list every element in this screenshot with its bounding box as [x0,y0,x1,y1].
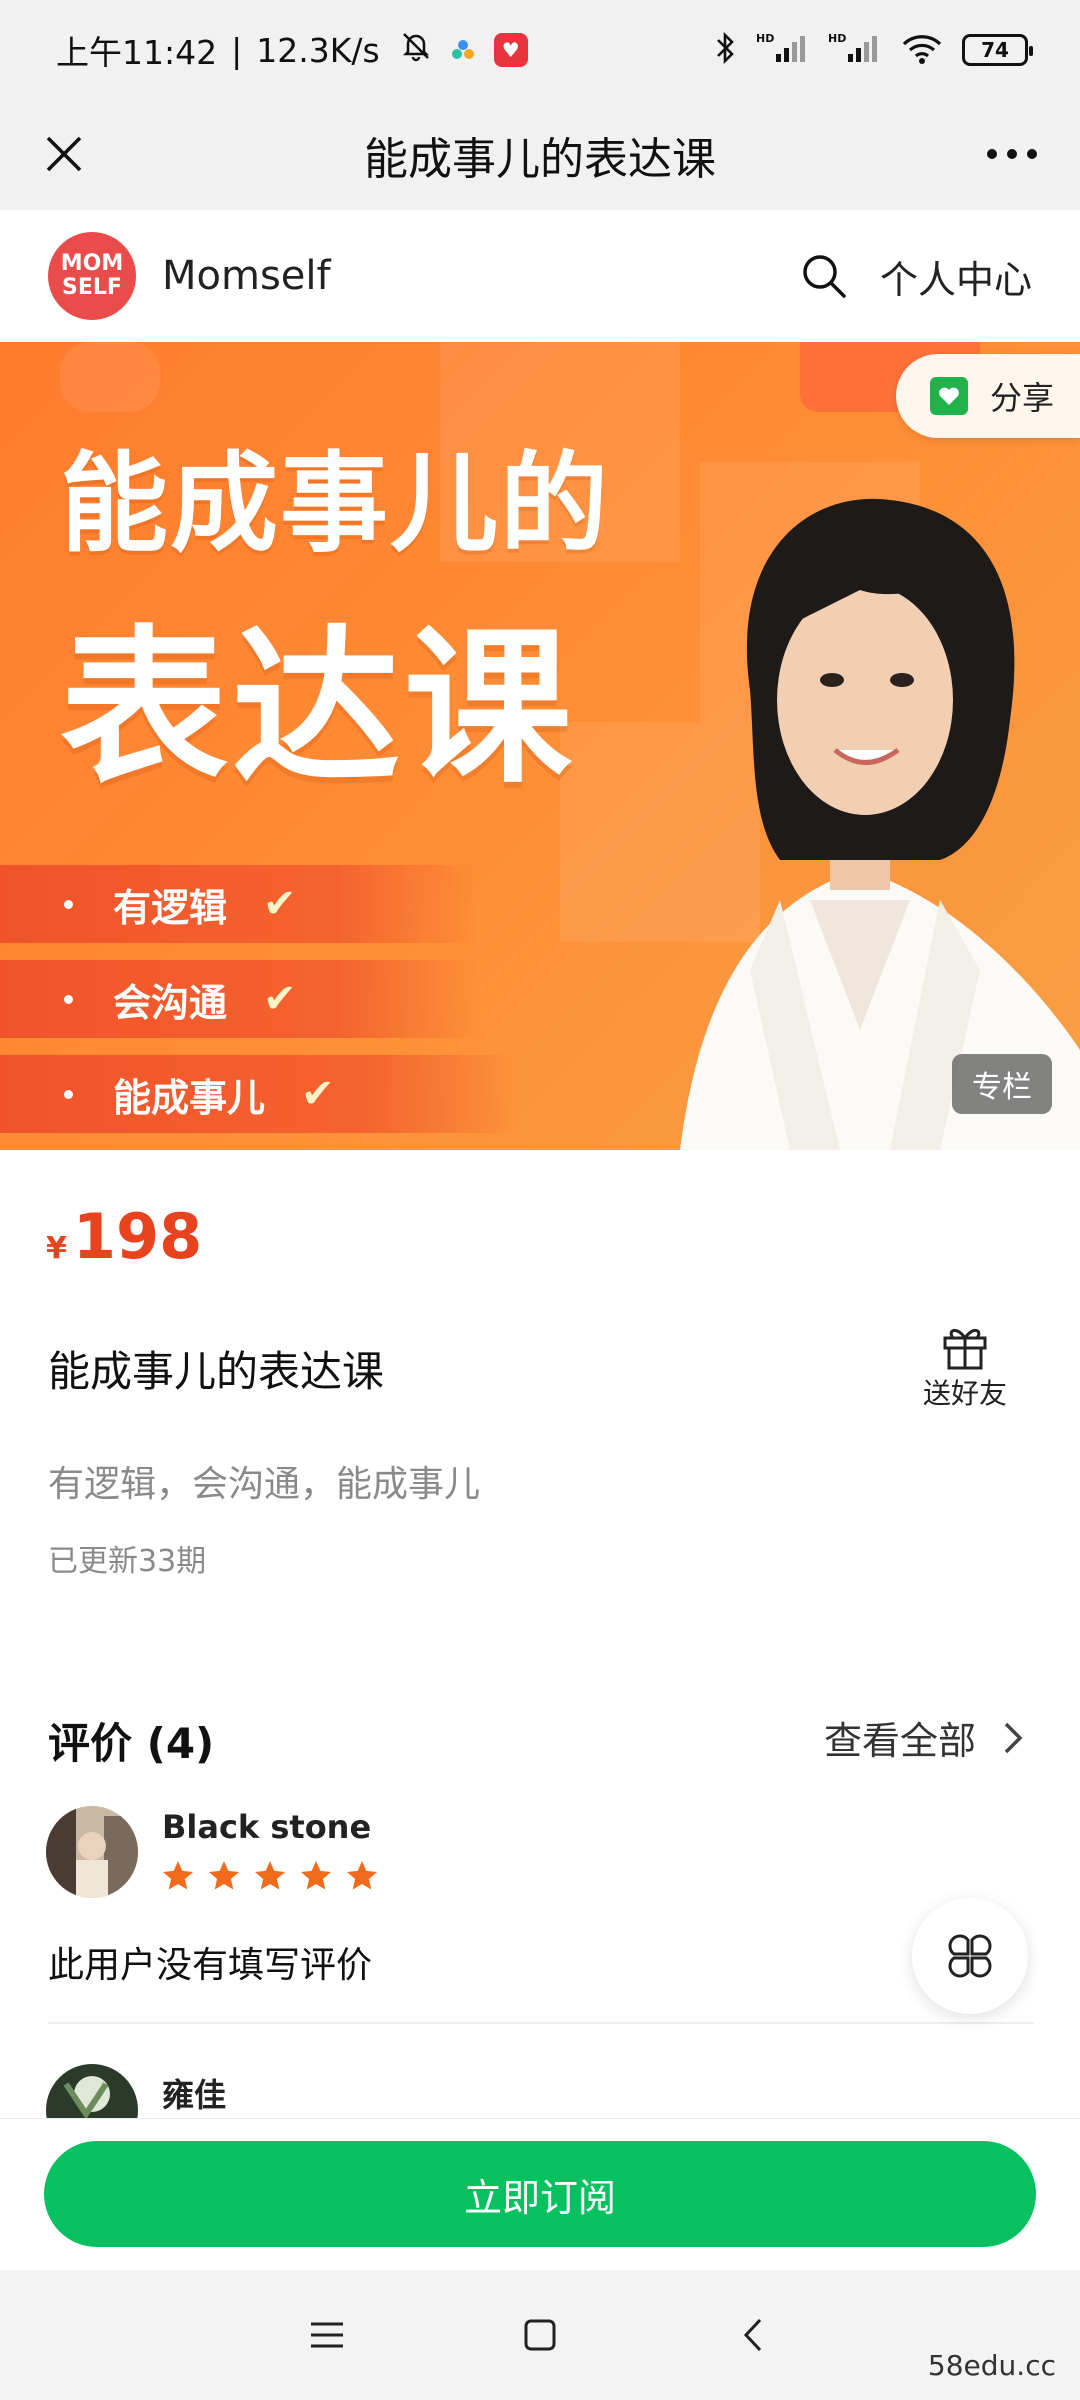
clover-grid-icon [948,1934,992,1978]
svg-text:HD: HD [756,32,774,45]
gift-icon [943,1329,987,1370]
bullet-text: 会沟通 [113,980,228,1025]
bullet-text: 能成事儿 [113,1075,266,1120]
bullet-dot [64,994,73,1004]
more-dots-icon [987,149,1037,159]
logo-line-1: MOM [60,251,124,276]
back-nav-button[interactable] [723,2305,783,2365]
gift-to-friend-button[interactable]: 送好友 [910,1320,1020,1412]
star-icon [163,1861,193,1890]
wifi-icon [900,30,944,70]
signal-icon: HD [756,30,810,70]
star-icon [209,1861,239,1890]
search-button[interactable] [794,246,854,306]
update-count: 已更新33期 [48,1544,207,1579]
more-button[interactable] [980,122,1044,186]
brand-name[interactable]: Momself [162,253,331,299]
bell-off-icon [400,30,432,70]
reviews-heading: 评价 (4) [48,1719,215,1768]
bottom-action-bar: 立即订阅 [0,2118,1080,2270]
currency-symbol: ¥ [46,1231,67,1266]
subscribe-button[interactable]: 立即订阅 [44,2141,1036,2247]
column-tag: 专栏 [952,1054,1052,1114]
share-button[interactable]: 分享 [896,354,1080,438]
share-label: 分享 [990,379,1055,417]
avatar[interactable] [46,1806,138,1898]
menu-nav-button[interactable] [297,2305,357,2365]
course-subtitle: 有逻辑，会沟通，能成事儿 [48,1464,481,1505]
banner-bullet: 有逻辑 ✔ [0,865,480,943]
reviewer-name: 雍佳 [162,2076,227,2114]
title-bar: 能成事儿的表达课 [0,100,1080,210]
course-banner[interactable]: 能成事儿的 表达课 有逻辑 ✔ 会沟通 ✔ 能成事儿 ✔ 分享 专栏 [0,342,1080,1150]
bullet-dot [64,1089,73,1099]
brand-header: MOM SELF Momself 个人中心 [0,210,1080,342]
watermark-text: 58edu.cc [927,2349,1056,2382]
status-separator: | [231,30,243,70]
status-right: HD HD 74 [714,30,1033,70]
course-title: 能成事儿的表达课 [48,1347,385,1396]
banner-bullet: 会沟通 ✔ [0,960,480,1038]
banner-title-line-1: 能成事儿的 [60,442,611,567]
bullet-dot [64,899,73,909]
review-text: 此用户没有填写评价 [48,1945,373,1986]
star-icon [301,1861,331,1890]
page-title: 能成事儿的表达课 [364,134,716,185]
home-square-icon [524,2319,556,2351]
notification-icons: ♥ [400,30,528,70]
instructor-portrait [680,498,1080,1150]
system-nav-bar [0,2270,1080,2400]
momself-logo[interactable]: MOM SELF [48,232,136,320]
view-all-reviews-link[interactable]: 查看全部 [824,1710,1028,1765]
close-icon [46,136,82,172]
close-button[interactable] [32,122,96,186]
svg-text:HD: HD [828,32,846,45]
signal-icon-2: HD [828,30,882,70]
network-speed: 12.3K/s [256,30,380,70]
chevron-right-icon [998,1720,1028,1756]
battery-level: 74 [981,38,1009,62]
profile-center-link[interactable]: 个人中心 [880,249,1032,304]
bullet-text: 有逻辑 [113,885,228,930]
share-icon [930,377,968,415]
gift-label: 送好友 [922,1377,1007,1410]
status-bar: 上午11:42 | 12.3K/s ♥ HD HD 74 [0,0,1080,100]
cloud-app-icon [448,35,478,65]
menu-icon [310,2322,343,2348]
search-icon [803,255,846,298]
banner-bullet: 能成事儿 ✔ [0,1055,520,1133]
view-all-label: 查看全部 [823,1719,976,1763]
status-time: 上午11:42 [56,33,218,72]
check-icon: ✔ [301,1071,335,1117]
star-icon [347,1861,377,1890]
home-nav-button[interactable] [510,2305,570,2365]
reviewer-name: Black stone [162,1808,372,1846]
star-icon [255,1861,285,1890]
bluetooth-icon [714,30,738,70]
app-notification-icon: ♥ [493,33,528,67]
chat-bubble-decoration [60,342,160,412]
divider [48,2022,1034,2024]
logo-line-2: SELF [62,275,122,300]
check-icon: ✔ [263,976,297,1022]
status-left: 上午11:42 | 12.3K/s ♥ [56,26,528,74]
price: ¥ 198 [46,1200,202,1273]
battery-indicator: 74 [962,34,1033,66]
star-rating [160,1858,380,1894]
banner-title-line-2: 表达课 [60,610,576,806]
back-chevron-icon [744,2318,762,2352]
check-icon: ✔ [263,881,297,927]
price-value: 198 [72,1200,203,1273]
floating-menu-button[interactable] [912,1898,1028,2014]
